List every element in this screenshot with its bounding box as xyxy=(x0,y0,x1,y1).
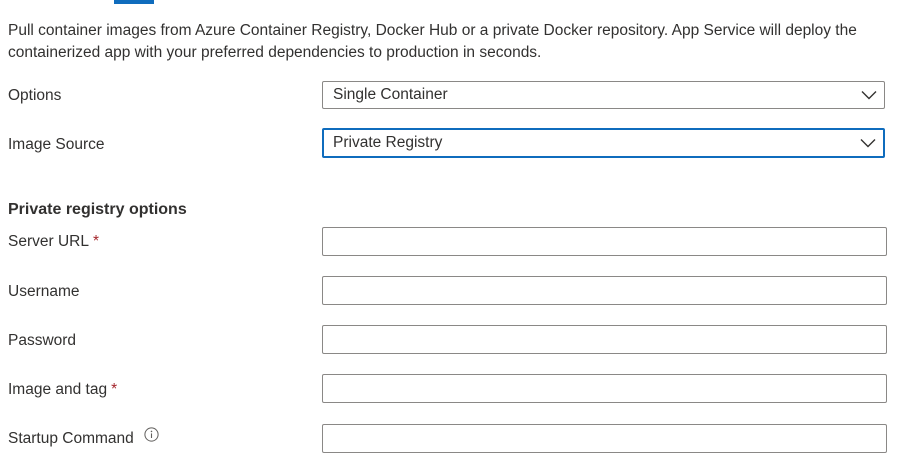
chevron-down-icon xyxy=(853,130,883,156)
startup-command-label: Startup Command xyxy=(8,427,159,449)
options-dropdown[interactable]: Single Container xyxy=(322,81,885,109)
active-tab-indicator xyxy=(114,0,154,4)
password-input[interactable] xyxy=(322,325,887,354)
startup-command-input[interactable] xyxy=(322,424,887,453)
image-and-tag-input[interactable] xyxy=(322,374,887,403)
server-url-input[interactable] xyxy=(322,227,887,256)
server-url-label: Server URL * xyxy=(8,232,99,252)
server-url-label-text: Server URL xyxy=(8,233,89,250)
description-text: Pull container images from Azure Contain… xyxy=(8,22,857,61)
username-label: Username xyxy=(8,283,80,300)
required-indicator: * xyxy=(111,381,118,398)
username-input[interactable] xyxy=(322,276,887,305)
private-registry-section-title: Private registry options xyxy=(8,201,187,218)
password-label: Password xyxy=(8,332,77,349)
image-source-label: Image Source xyxy=(8,136,105,153)
image-and-tag-label-text: Image and tag xyxy=(8,381,108,398)
info-icon[interactable] xyxy=(144,427,159,448)
chevron-down-icon xyxy=(854,82,884,108)
image-source-dropdown-value: Private Registry xyxy=(333,134,443,151)
container-settings-page: Pull container images from Azure Contain… xyxy=(0,0,900,463)
options-label: Options xyxy=(8,87,62,104)
image-and-tag-label: Image and tag * xyxy=(8,380,117,400)
image-source-dropdown[interactable]: Private Registry xyxy=(322,128,885,158)
startup-command-label-text: Startup Command xyxy=(8,430,134,447)
options-dropdown-value: Single Container xyxy=(333,86,448,103)
required-indicator: * xyxy=(92,233,100,250)
